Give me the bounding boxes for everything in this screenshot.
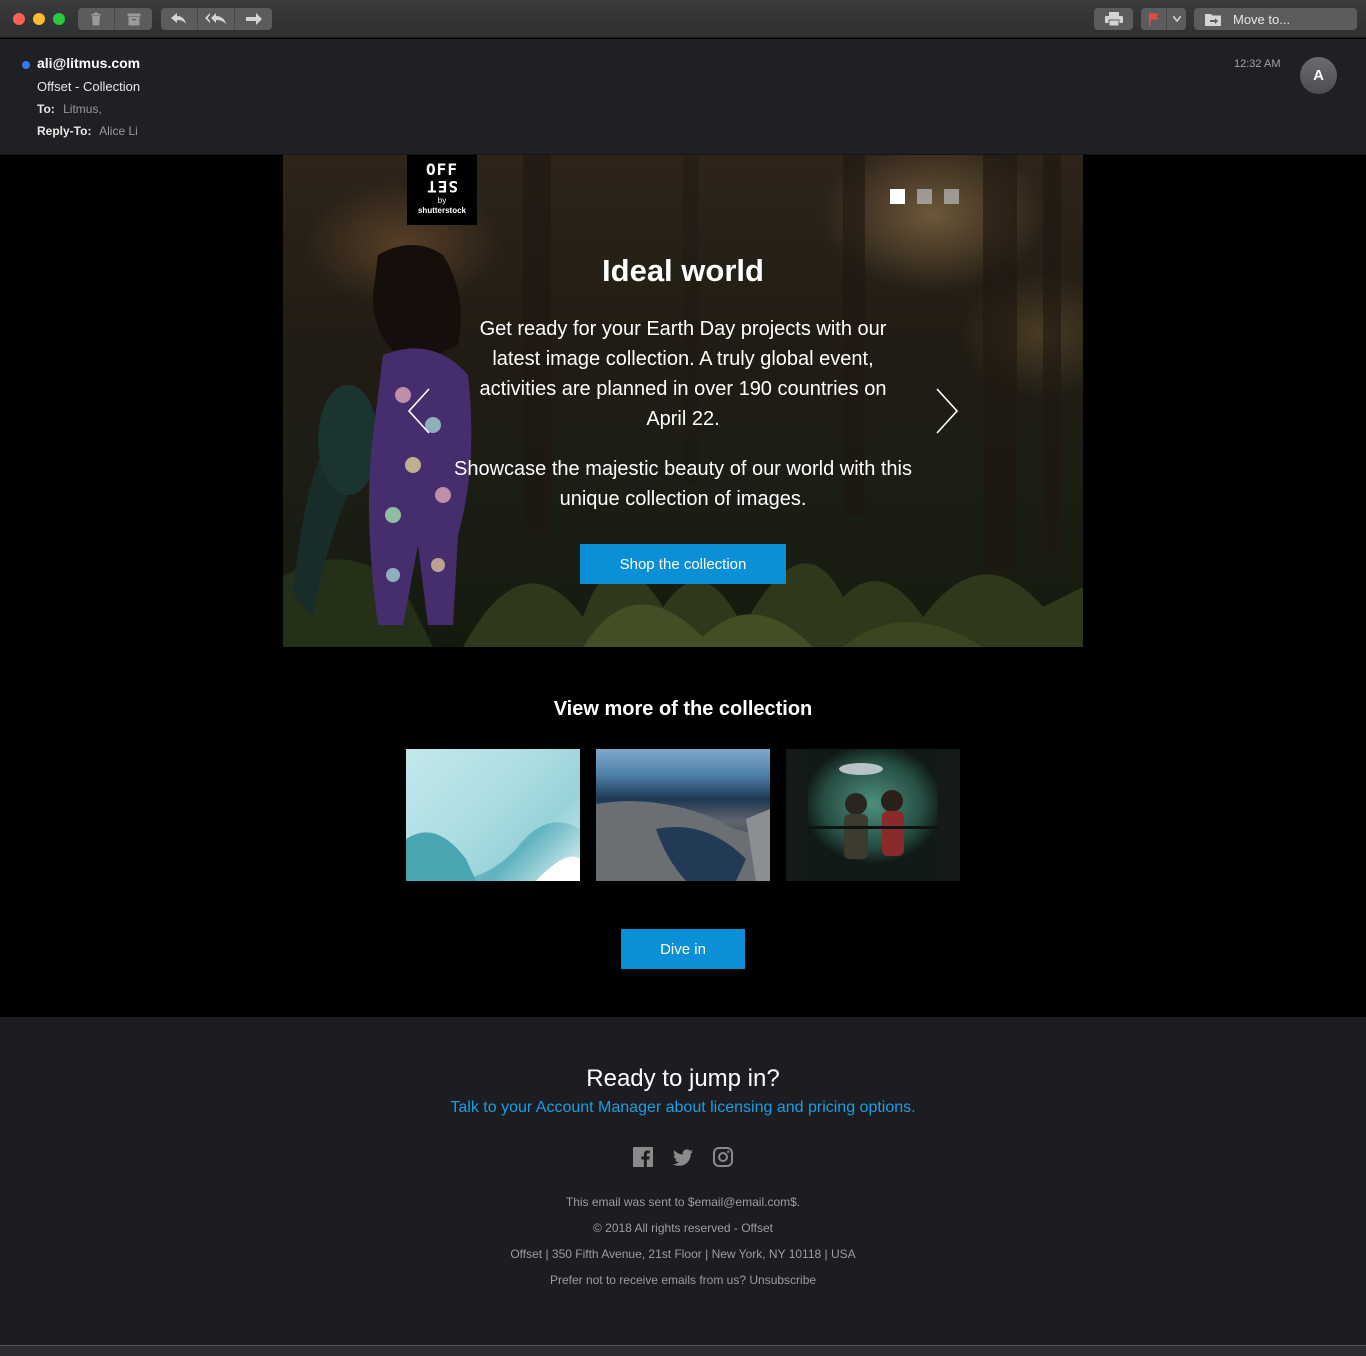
sender-address[interactable]: ali@litmus.com <box>37 55 140 71</box>
delete-archive-group <box>78 8 152 30</box>
window-bottom-edge <box>0 1345 1366 1356</box>
flag-button[interactable] <box>1141 8 1167 30</box>
carousel-dot[interactable] <box>944 189 959 204</box>
carousel-indicators <box>890 189 959 204</box>
minimize-window-button[interactable] <box>33 13 45 25</box>
reply-button[interactable] <box>161 8 198 30</box>
trash-button[interactable] <box>78 8 115 30</box>
reply-all-button[interactable] <box>198 8 235 30</box>
message-time: 12:32 AM <box>1234 58 1281 70</box>
move-to-button[interactable]: Move to... <box>1194 8 1357 30</box>
message-subject: Offset - Collection <box>37 79 141 94</box>
logo-text-off: OFF <box>426 160 458 179</box>
carousel-prev-arrow-icon[interactable] <box>405 387 435 435</box>
hero-banner: OFF SET by shutterstock Ideal world Get … <box>283 155 1083 647</box>
footer-heading: Ready to jump in? <box>586 1065 780 1092</box>
forward-arrow-icon <box>245 13 262 25</box>
move-folder-icon <box>1205 12 1223 26</box>
dive-in-button[interactable]: Dive in <box>621 929 745 969</box>
reply-group <box>161 8 272 30</box>
avatar: A <box>1300 57 1337 94</box>
carousel-dot[interactable] <box>890 189 905 204</box>
print-group <box>1094 8 1133 30</box>
archive-icon <box>127 13 140 25</box>
printer-icon <box>1104 12 1123 26</box>
carousel-next-arrow-icon[interactable] <box>931 387 961 435</box>
reply-icon <box>171 13 186 24</box>
thumbnail-rocky-shore[interactable] <box>596 749 770 881</box>
collection-title: View more of the collection <box>553 698 813 720</box>
copyright-notice: © 2018 All rights reserved - Offset <box>592 1221 774 1235</box>
logo-text-by: by <box>437 196 447 205</box>
email-footer: Ready to jump in? Talk to your Account M… <box>0 1017 1366 1345</box>
to-label: To: <box>37 102 55 116</box>
move-to-label: Move to... <box>1233 11 1291 27</box>
instagram-icon[interactable] <box>713 1147 733 1167</box>
aquarium-image <box>786 749 960 881</box>
shop-collection-button[interactable]: Shop the collection <box>580 544 786 584</box>
reply-to-row: Reply-To: Alice Li <box>37 124 138 138</box>
sent-to-notice: This email was sent to $email@email.com$… <box>565 1195 801 1209</box>
hero-paragraph: Showcase the majestic beauty of our worl… <box>454 458 912 510</box>
thumbnail-aquarium[interactable] <box>786 749 960 881</box>
hero-paragraph: Get ready for your Earth Day projects wi… <box>479 318 887 430</box>
reply-to-recipient[interactable]: Alice Li <box>99 124 138 138</box>
flag-group <box>1141 8 1186 30</box>
unread-indicator <box>22 61 30 69</box>
archive-button[interactable] <box>115 8 152 30</box>
account-manager-link[interactable]: Talk to your Account Manager about licen… <box>0 1099 1366 1117</box>
reply-all-icon <box>205 13 226 24</box>
message-header <box>0 39 1366 155</box>
logo-text-shutterstock: shutterstock <box>417 206 466 215</box>
close-window-button[interactable] <box>13 13 25 25</box>
reply-to-label: Reply-To: <box>37 124 92 138</box>
to-row: To: Litmus, <box>37 102 102 116</box>
rocky-shore-image <box>596 801 770 881</box>
thumbnail-iceberg[interactable] <box>406 749 580 881</box>
logo-text-set: SET <box>426 177 458 196</box>
offset-logo[interactable]: OFF SET by shutterstock <box>407 155 477 225</box>
forward-button[interactable] <box>235 8 272 30</box>
twitter-icon[interactable] <box>672 1147 693 1167</box>
chevron-down-icon <box>1172 16 1181 22</box>
facebook-icon[interactable] <box>633 1147 653 1167</box>
iceberg-image <box>406 749 580 881</box>
red-flag-icon <box>1148 12 1158 26</box>
flag-menu-button[interactable] <box>1167 8 1186 30</box>
hero-title: Ideal world <box>602 253 764 288</box>
print-button[interactable] <box>1094 8 1133 30</box>
zoom-window-button[interactable] <box>53 13 65 25</box>
to-recipient[interactable]: Litmus, <box>63 102 102 116</box>
social-links <box>633 1147 733 1167</box>
trash-icon <box>91 12 101 26</box>
window-toolbar: Move to... <box>0 0 1366 38</box>
unsubscribe-link[interactable]: Prefer not to receive emails from us? Un… <box>0 1273 1366 1287</box>
company-address: Offset | 350 Fifth Avenue, 21st Floor | … <box>510 1247 856 1261</box>
carousel-dot[interactable] <box>917 189 932 204</box>
